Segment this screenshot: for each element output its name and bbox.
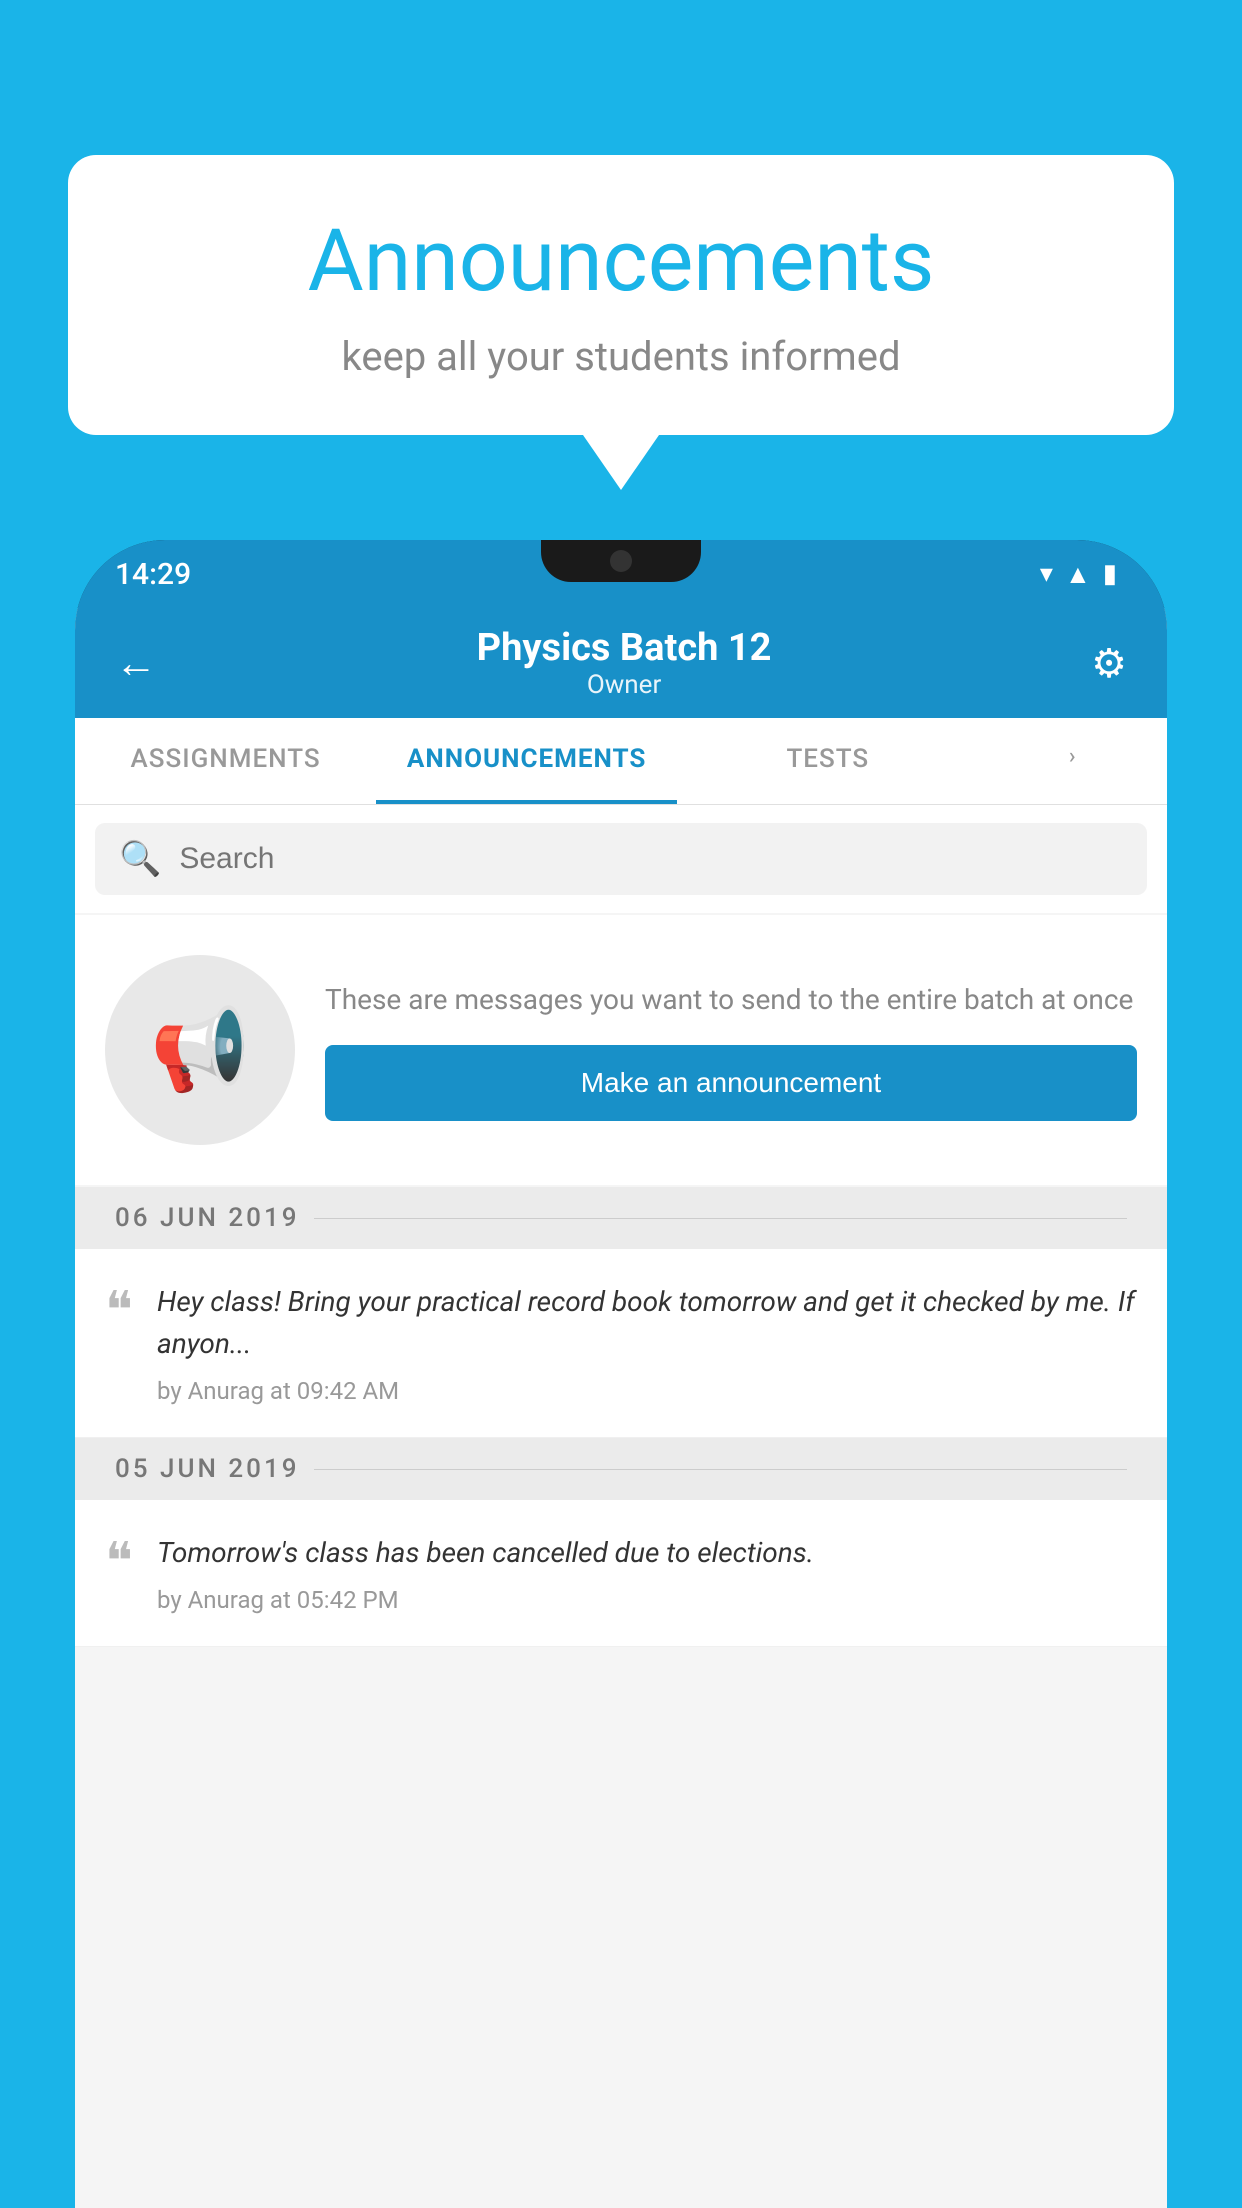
speech-bubble-card: Announcements keep all your students inf…	[68, 155, 1174, 435]
date-label-1: 06 JUN 2019	[115, 1203, 300, 1233]
tab-assignments[interactable]: ASSIGNMENTS	[75, 718, 376, 804]
announcement-message-2: Tomorrow's class has been cancelled due …	[157, 1532, 1137, 1574]
make-announcement-button[interactable]: Make an announcement	[325, 1045, 1137, 1121]
search-icon: 🔍	[119, 839, 161, 879]
app-bar-subtitle: Owner	[477, 670, 772, 700]
status-icons: ▾ ▲ ▮	[1040, 559, 1117, 590]
date-label-2: 05 JUN 2019	[115, 1454, 300, 1484]
date-line-1	[314, 1218, 1128, 1219]
megaphone-icon: 📢	[150, 1003, 250, 1097]
search-input[interactable]	[179, 842, 1123, 876]
promo-right: These are messages you want to send to t…	[325, 979, 1137, 1121]
announcement-text-group-2: Tomorrow's class has been cancelled due …	[157, 1532, 1137, 1614]
tabs-bar: ASSIGNMENTS ANNOUNCEMENTS TESTS ›	[75, 718, 1167, 805]
search-box[interactable]: 🔍	[95, 823, 1147, 895]
tab-more[interactable]: ›	[978, 718, 1167, 804]
speech-bubble-section: Announcements keep all your students inf…	[68, 155, 1174, 490]
speech-bubble-tail	[583, 435, 659, 490]
settings-icon[interactable]: ⚙	[1091, 640, 1127, 687]
announcement-item-1[interactable]: ❝ Hey class! Bring your practical record…	[75, 1249, 1167, 1438]
speech-bubble-title: Announcements	[128, 210, 1114, 311]
announcement-author-2: by Anurag at 05:42 PM	[157, 1586, 1137, 1614]
wifi-icon: ▾	[1040, 559, 1053, 589]
promo-card: 📢 These are messages you want to send to…	[75, 915, 1167, 1185]
phone-frame: 14:29 ▾ ▲ ▮ ← Physics Batch 12 Owner ⚙ A…	[75, 540, 1167, 2208]
app-bar-title-group: Physics Batch 12 Owner	[477, 626, 772, 700]
camera-dot	[610, 550, 632, 572]
main-scroll-area[interactable]: 🔍 📢 These are messages you want to send …	[75, 805, 1167, 2208]
phone-notch	[541, 540, 701, 582]
back-button[interactable]: ←	[115, 639, 157, 688]
announcement-message-1: Hey class! Bring your practical record b…	[157, 1281, 1137, 1365]
app-content: ← Physics Batch 12 Owner ⚙ ASSIGNMENTS A…	[75, 608, 1167, 2208]
date-separator-2: 05 JUN 2019	[75, 1438, 1167, 1500]
announcement-item-2[interactable]: ❝ Tomorrow's class has been cancelled du…	[75, 1500, 1167, 1647]
quote-icon-1: ❝	[105, 1285, 133, 1337]
battery-icon: ▮	[1103, 559, 1117, 589]
promo-icon-circle: 📢	[105, 955, 295, 1145]
app-bar: ← Physics Batch 12 Owner ⚙	[75, 608, 1167, 718]
speech-bubble-subtitle: keep all your students informed	[128, 333, 1114, 380]
tab-announcements[interactable]: ANNOUNCEMENTS	[376, 718, 677, 804]
date-line-2	[314, 1469, 1128, 1470]
announcement-author-1: by Anurag at 09:42 AM	[157, 1377, 1137, 1405]
date-separator-1: 06 JUN 2019	[75, 1187, 1167, 1249]
promo-description: These are messages you want to send to t…	[325, 979, 1137, 1021]
signal-icon: ▲	[1065, 559, 1091, 590]
announcement-text-group-1: Hey class! Bring your practical record b…	[157, 1281, 1137, 1405]
status-time: 14:29	[115, 557, 191, 592]
app-bar-title: Physics Batch 12	[477, 626, 772, 670]
quote-icon-2: ❝	[105, 1536, 133, 1588]
search-container: 🔍	[75, 805, 1167, 913]
tab-tests[interactable]: TESTS	[677, 718, 978, 804]
